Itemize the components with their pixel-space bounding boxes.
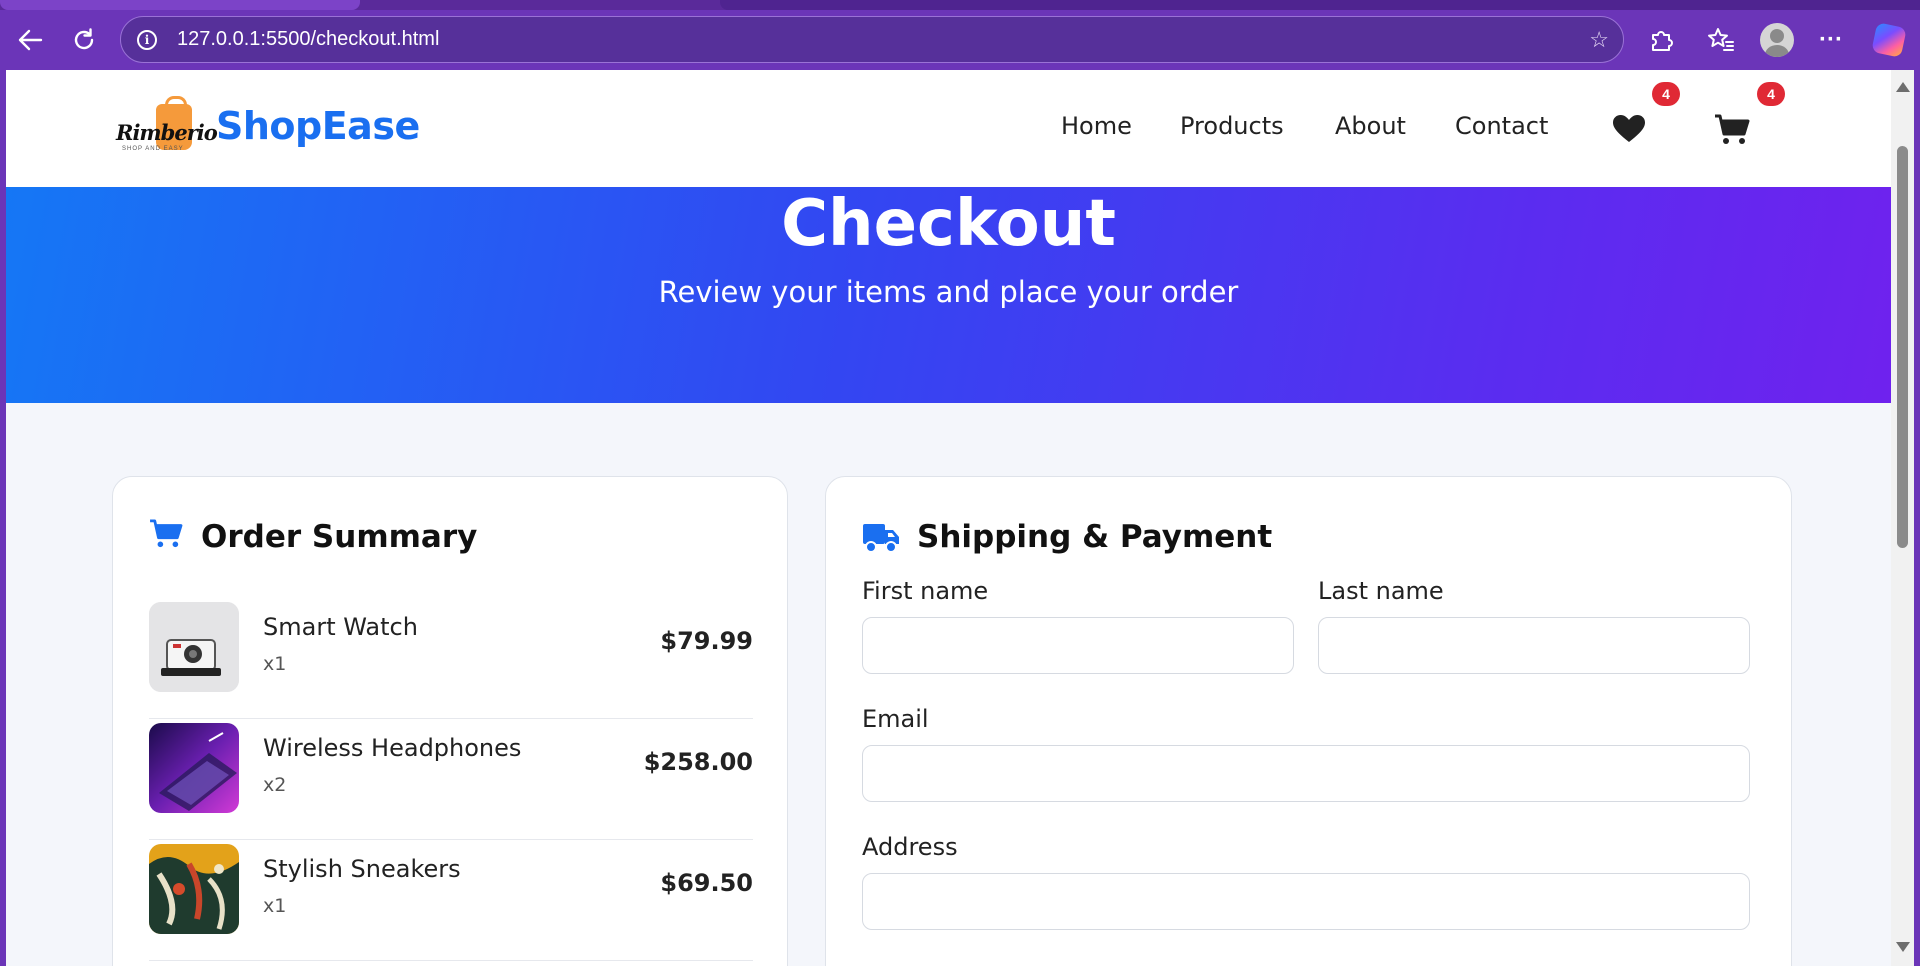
site-info-icon[interactable]: i — [137, 29, 157, 50]
page-viewport: Rimberio SHOP AND EASY ShopEase Home Pro… — [6, 70, 1891, 966]
item-quantity: x1 — [263, 895, 287, 917]
item-price: $69.50 — [660, 869, 753, 897]
browser-toolbar: i 127.0.0.1:5500/checkout.html ☆ ··· — [0, 0, 1920, 70]
nav-link-contact[interactable]: Contact — [1455, 112, 1548, 140]
reload-icon — [74, 28, 94, 50]
order-summary-card: Order Summary Smart Watch x1 $79.99 Wire… — [112, 476, 788, 966]
shipping-payment-title: Shipping & Payment — [917, 519, 1273, 555]
browser-tab-inactive[interactable] — [720, 0, 1920, 10]
item-price: $79.99 — [660, 627, 753, 655]
scroll-up-arrow-icon[interactable] — [1896, 82, 1910, 92]
url-text[interactable]: 127.0.0.1:5500/checkout.html — [177, 28, 439, 51]
order-item-row: Stylish Sneakers x1 $69.50 — [149, 841, 753, 961]
copilot-button[interactable] — [1869, 20, 1909, 60]
profile-button[interactable] — [1757, 20, 1797, 60]
puzzle-icon — [1652, 31, 1673, 51]
more-dots-icon: ··· — [1819, 26, 1843, 53]
page-scrollbar[interactable] — [1891, 70, 1914, 966]
logo-text: Rimberio — [116, 120, 218, 145]
tab-strip — [0, 0, 1920, 10]
site-navbar: Rimberio SHOP AND EASY ShopEase Home Pro… — [6, 70, 1891, 187]
last-name-input[interactable] — [1318, 617, 1750, 674]
avatar — [1760, 23, 1794, 57]
order-item-row: Smart Watch x1 $79.99 — [149, 599, 753, 719]
order-summary-title: Order Summary — [201, 519, 478, 555]
truck-icon — [862, 521, 900, 558]
arrow-left-icon — [18, 29, 43, 51]
item-name: Wireless Headphones — [263, 734, 522, 762]
back-button[interactable] — [10, 20, 50, 60]
scroll-down-arrow-icon[interactable] — [1896, 942, 1910, 952]
email-label: Email — [862, 705, 929, 733]
scrollbar-thumb[interactable] — [1897, 146, 1908, 548]
logo-tagline: SHOP AND EASY — [122, 146, 184, 152]
item-quantity: x2 — [263, 774, 287, 796]
item-price: $258.00 — [643, 748, 753, 776]
cart-count-badge: 4 — [1757, 82, 1785, 106]
hero-banner: Checkout Review your items and place you… — [6, 187, 1891, 403]
product-thumbnail[interactable] — [149, 723, 239, 813]
nav-link-home[interactable]: Home — [1061, 112, 1132, 140]
extensions-button[interactable] — [1641, 20, 1681, 60]
last-name-label: Last name — [1318, 577, 1444, 605]
page-subtitle: Review your items and place your order — [658, 275, 1239, 309]
browser-tab-active[interactable] — [0, 0, 360, 10]
address-label: Address — [862, 833, 958, 861]
favorites-star-icon — [1708, 28, 1734, 51]
favorites-button[interactable] — [1701, 20, 1741, 60]
item-name: Smart Watch — [263, 613, 418, 641]
first-name-label: First name — [862, 577, 989, 605]
item-quantity: x1 — [263, 653, 287, 675]
product-thumbnail[interactable] — [149, 602, 239, 692]
cart-icon — [1715, 114, 1750, 144]
order-item-row: Wireless Headphones x2 $258.00 — [149, 720, 753, 840]
product-thumbnail[interactable] — [149, 844, 239, 934]
window-edge — [1914, 70, 1920, 966]
address-input[interactable] — [862, 873, 1750, 930]
cart-icon — [149, 519, 183, 554]
reload-button[interactable] — [64, 20, 104, 60]
page-title: Checkout — [781, 187, 1116, 261]
wishlist-count-badge: 4 — [1652, 82, 1680, 106]
cart-button[interactable] — [1714, 114, 1750, 144]
nav-link-products[interactable]: Products — [1180, 112, 1284, 140]
copilot-icon — [1871, 22, 1907, 58]
item-name: Stylish Sneakers — [263, 855, 461, 883]
address-bar[interactable]: i 127.0.0.1:5500/checkout.html ☆ — [120, 16, 1624, 63]
first-name-input[interactable] — [862, 617, 1294, 674]
more-menu-button[interactable]: ··· — [1811, 20, 1851, 60]
star-icon[interactable]: ☆ — [1589, 27, 1609, 53]
nav-link-about[interactable]: About — [1335, 112, 1406, 140]
site-logo[interactable]: Rimberio SHOP AND EASY — [116, 96, 218, 158]
brand-name[interactable]: ShopEase — [216, 104, 420, 148]
email-input[interactable] — [862, 745, 1750, 802]
wishlist-button[interactable] — [1612, 114, 1646, 144]
shipping-payment-card: Shipping & Payment First name Last name … — [825, 476, 1792, 966]
heart-icon — [1613, 115, 1645, 142]
